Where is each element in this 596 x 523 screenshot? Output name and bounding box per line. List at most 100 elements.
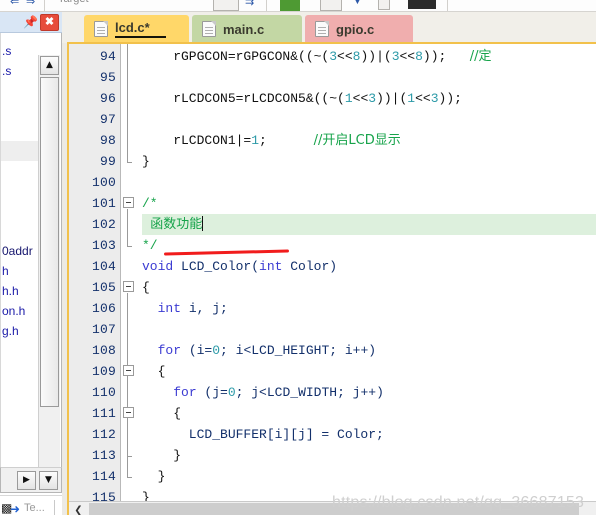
code-line[interactable]: } xyxy=(142,445,181,466)
code-line[interactable]: /* xyxy=(142,193,158,214)
text-cursor xyxy=(202,216,204,231)
highlighted-line xyxy=(142,214,596,235)
line-number-gutter: 94 95 96 97 98 99 100 101 102 103 104 105 106 107 108 1… xyxy=(69,44,121,521)
download-icon[interactable] xyxy=(320,0,342,11)
scroll-right-icon[interactable]: ▶ xyxy=(17,471,36,490)
fold-line xyxy=(127,293,128,477)
scroll-down-icon[interactable]: ▼ xyxy=(39,471,58,490)
editor-area: lcd.c* main.c gpio.c 94 95 96 97 98 99 100 101 1… xyxy=(62,12,596,523)
code-token: 1 xyxy=(251,133,260,148)
code-token: << xyxy=(352,91,369,106)
code-line[interactable]: void LCD_Color(int Color) xyxy=(142,256,337,277)
line-number: 99 xyxy=(99,154,116,169)
pin-icon[interactable]: 📌 xyxy=(23,15,38,30)
list-item[interactable]: .s xyxy=(1,41,39,61)
fold-collapse-loop-inner[interactable] xyxy=(123,407,134,418)
tab-label: lcd.c* xyxy=(115,20,166,38)
toolbar-double-arrow-icon[interactable]: ⇉ xyxy=(245,0,254,8)
project-vertical-scrollbar[interactable]: ▲ xyxy=(38,55,60,485)
code-line[interactable]: */ xyxy=(142,235,158,256)
nav-back-icon[interactable]: ⇐ xyxy=(10,0,19,8)
options-icon[interactable] xyxy=(378,0,390,10)
code-token: ))|( xyxy=(360,49,392,64)
code-token: 0 xyxy=(212,343,221,358)
code-token: //开启LCD显示 xyxy=(313,133,401,148)
scroll-thumb[interactable] xyxy=(40,77,59,407)
code-line[interactable]: { xyxy=(142,361,166,382)
list-item[interactable]: on.h xyxy=(1,301,39,321)
file-icon xyxy=(94,21,108,37)
code-token: LCD_BUFFER[i][j] = Color; xyxy=(142,427,384,442)
tab-gpio-c[interactable]: gpio.c xyxy=(305,15,413,43)
fold-collapse-function[interactable] xyxy=(123,281,134,292)
code-line[interactable]: int i, j; xyxy=(142,298,228,319)
line-number: 101 xyxy=(91,196,116,211)
code-line[interactable]: for (i=0; i<LCD_HEIGHT; i++) xyxy=(142,340,376,361)
fold-end-tick xyxy=(127,162,132,163)
file-icon xyxy=(202,21,216,37)
line-number: 94 xyxy=(99,49,116,64)
debug-icon[interactable]: ▼ xyxy=(352,0,363,7)
tab-label: main.c xyxy=(223,21,265,37)
code-token: LCD_Color( xyxy=(173,259,260,274)
project-panel-bottom-bar: ▶ ▼ xyxy=(0,467,62,493)
code-line[interactable]: LCD_BUFFER[i][j] = Color; xyxy=(142,424,384,445)
code-line[interactable]: { xyxy=(142,277,150,298)
code-token: 0 xyxy=(227,385,236,400)
close-icon[interactable]: ✖ xyxy=(40,14,59,31)
code-editor[interactable]: 94 95 96 97 98 99 100 101 102 103 104 105 106 107 108 1… xyxy=(67,42,596,523)
fold-collapse-comment[interactable] xyxy=(123,197,134,208)
code-line[interactable]: rLCDCON1|=1; //开启LCD显示 xyxy=(142,130,401,151)
list-item[interactable]: 0addr xyxy=(1,241,39,261)
nav-forward-icon[interactable]: ⇒ xyxy=(26,0,35,8)
fold-end-tick xyxy=(127,477,132,478)
code-text[interactable]: rGPGCON=rGPGCON&((~(3<<8))|(3<<8)); //定 … xyxy=(142,44,596,521)
line-number: 113 xyxy=(91,448,116,463)
build-icon[interactable] xyxy=(280,0,300,11)
code-token: } xyxy=(142,448,182,463)
code-token: 函数功能 xyxy=(142,217,203,232)
window-icon[interactable] xyxy=(408,0,436,9)
code-token: rLCDCON1|= xyxy=(142,133,252,148)
toolbar-box-icon[interactable] xyxy=(213,0,239,11)
fold-collapse-loop-outer[interactable] xyxy=(123,365,134,376)
tab-lcd-c[interactable]: lcd.c* xyxy=(84,15,189,43)
code-line[interactable]: } xyxy=(142,466,166,487)
code-token: 1 xyxy=(407,91,416,106)
line-number: 112 xyxy=(91,427,116,442)
list-item-selected[interactable] xyxy=(1,141,39,161)
code-token: int xyxy=(259,259,283,274)
code-line[interactable]: 函数功能 xyxy=(142,214,204,235)
list-item[interactable]: h.h xyxy=(1,281,39,301)
line-number: 98 xyxy=(99,133,116,148)
tab-templates-label[interactable]: Te... xyxy=(24,502,45,514)
fold-margin[interactable] xyxy=(122,44,142,521)
code-token: 3 xyxy=(430,91,439,106)
line-number: 103 xyxy=(91,238,116,253)
code-line[interactable]: rGPGCON=rGPGCON&((~(3<<8))|(3<<8)); //定 xyxy=(142,46,491,67)
list-item[interactable]: g.h xyxy=(1,321,39,341)
code-token: { xyxy=(142,364,166,379)
tab-main-c[interactable]: main.c xyxy=(192,15,302,43)
code-line[interactable]: rLCDCON5=rLCDCON5&((~(1<<3))|(1<<3)); xyxy=(142,88,462,109)
line-number: 102 xyxy=(91,217,116,232)
arrow-icon: ➜ xyxy=(10,502,21,516)
code-token: for xyxy=(157,343,182,358)
target-combo-label[interactable]: Target xyxy=(58,0,89,5)
code-line[interactable]: } xyxy=(142,151,150,172)
line-number: 107 xyxy=(91,322,116,337)
scroll-up-icon[interactable]: ▲ xyxy=(40,56,59,75)
code-token: rGPGCON=rGPGCON&((~( xyxy=(142,49,330,64)
code-line[interactable]: for (j=0; j<LCD_WIDTH; j++) xyxy=(142,382,384,403)
code-token: << xyxy=(337,49,353,64)
code-line[interactable]: { xyxy=(142,403,181,424)
line-number: 100 xyxy=(91,175,116,190)
list-item[interactable]: .s xyxy=(1,61,39,81)
code-token: ))|( xyxy=(376,91,408,106)
line-number: 111 xyxy=(91,406,116,421)
red-annotation-underline xyxy=(163,249,290,256)
line-number: 110 xyxy=(91,385,116,400)
list-item[interactable]: h xyxy=(1,261,39,281)
